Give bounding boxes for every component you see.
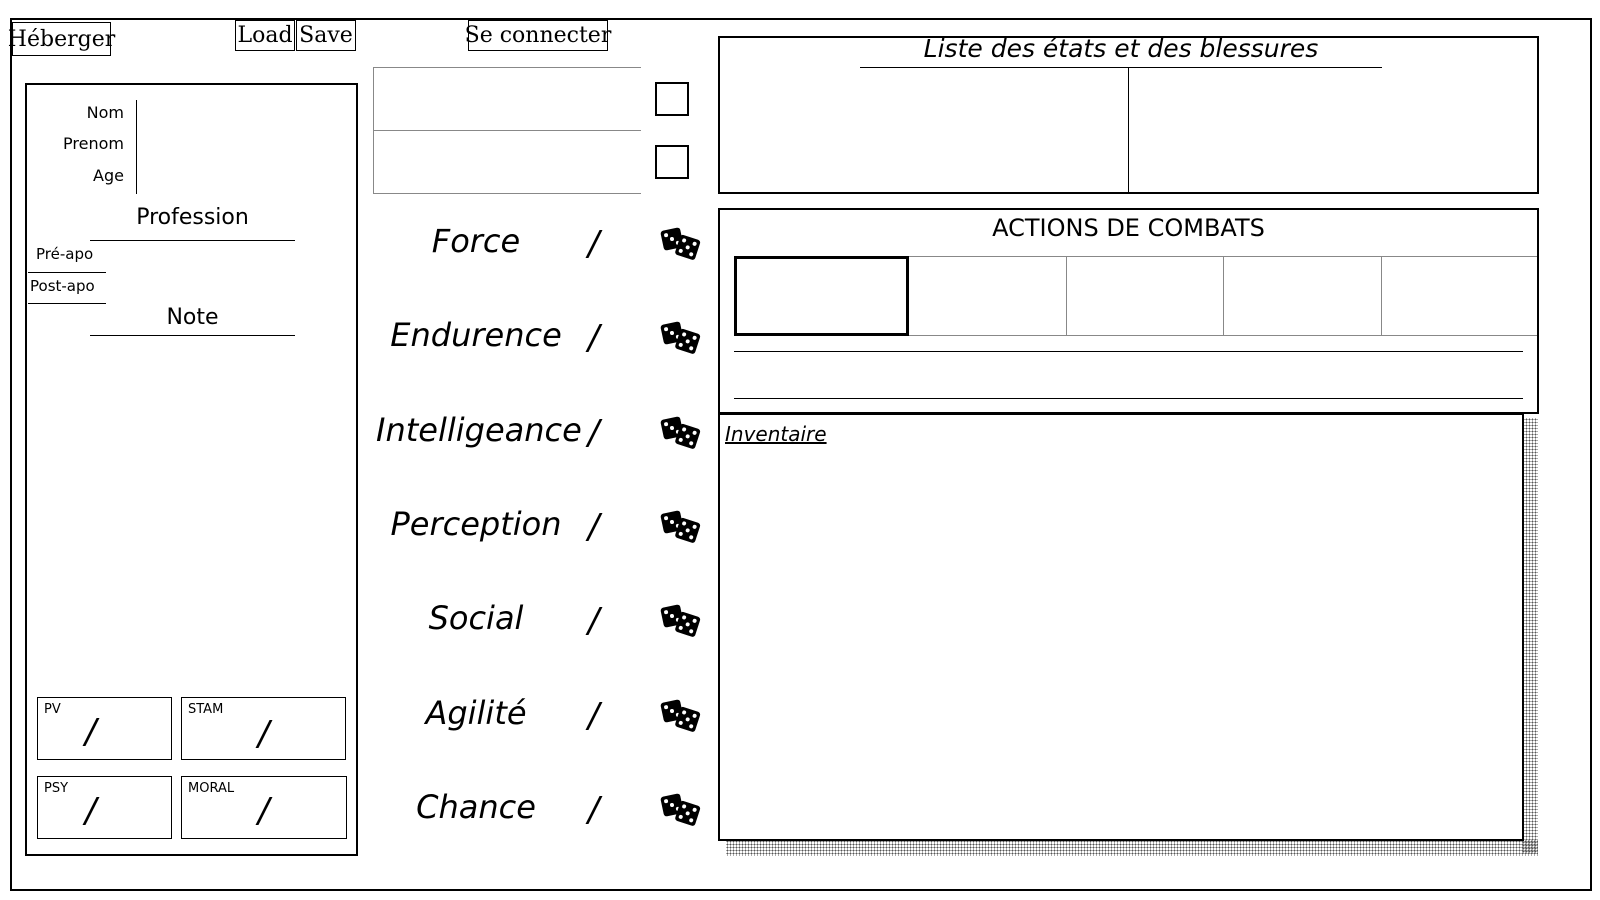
age-field[interactable] bbox=[140, 162, 350, 192]
profession-underline bbox=[90, 240, 295, 241]
inventory-shadow-right bbox=[1522, 418, 1538, 854]
attribute-name: Chance bbox=[416, 788, 536, 826]
attribute-current-field[interactable] bbox=[560, 599, 586, 639]
attribute-max-field[interactable] bbox=[614, 411, 644, 451]
dice-icon[interactable] bbox=[660, 415, 702, 451]
states-list-right[interactable] bbox=[1132, 70, 1534, 190]
note-textarea[interactable] bbox=[35, 342, 350, 687]
identity-divider bbox=[136, 100, 137, 194]
states-title: Liste des états et des blessures bbox=[923, 34, 1319, 63]
pv-label: PV bbox=[44, 702, 61, 717]
age-label: Age bbox=[93, 166, 124, 185]
dice-icon[interactable] bbox=[660, 226, 702, 262]
states-title-underline bbox=[860, 67, 1382, 68]
attribute-current-field[interactable] bbox=[560, 411, 586, 451]
pre-apo-label: Pré-apo bbox=[36, 245, 94, 263]
attribute-max-field[interactable] bbox=[614, 694, 644, 734]
attribute-max-field[interactable] bbox=[614, 505, 644, 545]
pre-apo-underline bbox=[28, 272, 106, 273]
attribute-slash: / bbox=[588, 790, 600, 830]
combat-action-slot-5[interactable] bbox=[1382, 257, 1536, 335]
attribute-max-field[interactable] bbox=[614, 222, 644, 262]
moral-slash: / bbox=[258, 791, 270, 831]
states-column-divider bbox=[1128, 68, 1129, 193]
attribute-slash: / bbox=[588, 601, 600, 641]
attribute-slash: / bbox=[588, 318, 600, 358]
prenom-field[interactable] bbox=[140, 131, 350, 161]
pv-box[interactable]: PV / bbox=[37, 697, 172, 760]
attribute-max-field[interactable] bbox=[614, 788, 644, 828]
inventory-label: Inventaire bbox=[725, 422, 827, 446]
attribute-name: Intelligeance bbox=[376, 411, 582, 449]
host-button[interactable]: Héberger bbox=[8, 22, 115, 56]
checkbox-2[interactable] bbox=[655, 145, 689, 179]
post-apo-field[interactable] bbox=[108, 277, 348, 303]
attribute-max-field[interactable] bbox=[614, 599, 644, 639]
combat-line-1 bbox=[734, 351, 1523, 352]
combat-action-slot-4[interactable] bbox=[1224, 257, 1382, 335]
attribute-current-field[interactable] bbox=[560, 222, 586, 262]
dice-icon[interactable] bbox=[660, 509, 702, 545]
attribute-slash: / bbox=[588, 696, 600, 736]
text-input-2[interactable] bbox=[373, 130, 641, 194]
post-apo-underline bbox=[28, 303, 106, 304]
attribute-name: Endurence bbox=[390, 316, 562, 354]
attribute-current-field[interactable] bbox=[560, 694, 586, 734]
combat-action-slot-1[interactable] bbox=[734, 256, 909, 336]
stam-slash: / bbox=[258, 714, 270, 754]
psy-label: PSY bbox=[44, 781, 69, 796]
psy-slash: / bbox=[85, 791, 97, 831]
text-input-1[interactable] bbox=[373, 67, 641, 130]
note-title: Note bbox=[166, 305, 219, 330]
inventory-panel[interactable] bbox=[718, 413, 1524, 841]
pre-apo-field[interactable] bbox=[108, 245, 348, 271]
attribute-slash: / bbox=[588, 413, 600, 453]
dice-icon[interactable] bbox=[660, 698, 702, 734]
attribute-name: Agilité bbox=[425, 694, 527, 732]
attribute-current-field[interactable] bbox=[560, 788, 586, 828]
dice-icon[interactable] bbox=[660, 603, 702, 639]
moral-box[interactable]: MORAL / bbox=[181, 776, 347, 839]
dice-icon[interactable] bbox=[660, 792, 702, 828]
combat-title: ACTIONS DE COMBATS bbox=[992, 214, 1265, 242]
attribute-name: Social bbox=[428, 599, 524, 637]
dice-icon[interactable] bbox=[660, 320, 702, 356]
save-button[interactable]: Save bbox=[296, 20, 356, 51]
attribute-current-field[interactable] bbox=[560, 505, 586, 545]
combat-line-2 bbox=[734, 398, 1523, 399]
attribute-slash: / bbox=[588, 224, 600, 264]
states-list-left[interactable] bbox=[722, 70, 1124, 190]
attribute-current-field[interactable] bbox=[560, 316, 586, 356]
prenom-label: Prenom bbox=[63, 134, 124, 153]
combat-action-slot-3[interactable] bbox=[1067, 257, 1224, 335]
stam-box[interactable]: STAM / bbox=[181, 697, 346, 760]
profession-title: Profession bbox=[136, 205, 249, 230]
moral-label: MORAL bbox=[188, 781, 235, 796]
checkbox-1[interactable] bbox=[655, 82, 689, 116]
connect-button[interactable]: Se connecter bbox=[465, 20, 611, 51]
combat-action-slot-2[interactable] bbox=[909, 257, 1067, 335]
attribute-name: Force bbox=[431, 222, 521, 260]
pv-slash: / bbox=[85, 712, 97, 752]
psy-box[interactable]: PSY / bbox=[37, 776, 172, 839]
load-button[interactable]: Load bbox=[235, 20, 295, 51]
attribute-max-field[interactable] bbox=[614, 316, 644, 356]
post-apo-label: Post-apo bbox=[30, 277, 95, 295]
attribute-name: Perception bbox=[390, 505, 562, 543]
note-underline bbox=[90, 335, 295, 336]
stam-label: STAM bbox=[188, 702, 224, 717]
nom-field[interactable] bbox=[140, 100, 350, 130]
attribute-slash: / bbox=[588, 507, 600, 547]
nom-label: Nom bbox=[86, 103, 124, 122]
inventory-shadow-bottom bbox=[726, 840, 1538, 856]
